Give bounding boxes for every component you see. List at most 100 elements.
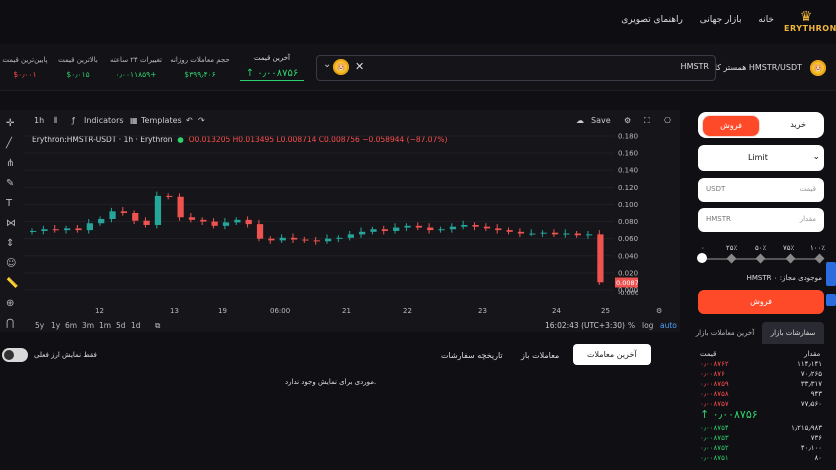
tab-market-orders[interactable]: سفارشات بازار — [762, 322, 824, 344]
indicators-icon[interactable]: ƒ — [72, 116, 75, 125]
amount-unit: HMSTR — [706, 215, 731, 223]
chart-drawing-toolbar: ✛ ╱ ⋔ ✎ T ⋈ ⇕ ☺ 📏 ⊕ ⋂ — [0, 112, 24, 334]
candle-body — [585, 234, 593, 236]
slider-knob[interactable] — [697, 253, 707, 263]
column-amount: مقدار — [804, 350, 821, 358]
order-amount: ۷۳۶ — [810, 434, 822, 442]
emoji-icon[interactable]: ☺ — [6, 258, 16, 269]
candle-body — [211, 221, 218, 226]
nav-link-guide[interactable]: راهنمای تصویری — [621, 15, 683, 25]
current-currency-toggle[interactable] — [2, 348, 28, 362]
stat-label: حجم معاملات روزانه — [170, 56, 230, 64]
brush-icon[interactable]: ✎ — [6, 178, 14, 189]
y-tick-label: 0.160000 — [618, 150, 638, 158]
submit-sell-button[interactable]: فروش — [698, 290, 824, 314]
percent-label[interactable]: ۰ — [701, 244, 705, 252]
order-price[interactable]: ۰٫۰۰۸۷۵۲ — [700, 444, 729, 452]
pattern-icon[interactable]: ⋈ — [6, 218, 16, 229]
min-price-label: -0.000000 — [618, 289, 638, 296]
range-5d[interactable]: 5d — [116, 321, 126, 330]
empty-message: موردی برای نمایش وجود ندارد. — [285, 378, 377, 386]
tab-recent-market-trades[interactable]: آخرین معاملات بازار — [690, 322, 760, 344]
buy-tab[interactable]: خرید — [790, 120, 806, 129]
tab-last-trades[interactable]: آخرین معاملات — [573, 344, 651, 365]
price-chart[interactable]: 0.180000 0.160000 0.140000 0.120000 0.100000… — [24, 130, 638, 296]
pitchfork-icon[interactable]: ⋔ — [6, 158, 14, 169]
indicators-button[interactable]: Indicators — [84, 116, 124, 125]
sell-tab[interactable]: فروش — [702, 115, 760, 137]
axis-settings-icon[interactable]: ⚙ — [656, 307, 662, 315]
range-1m[interactable]: 1m — [99, 321, 111, 330]
side-widget-tab[interactable] — [826, 262, 836, 286]
save-button[interactable]: Save — [591, 116, 611, 125]
y-tick-label: 0.140000 — [618, 167, 638, 175]
tab-order-history[interactable]: تاریخچه سفارشات — [441, 351, 503, 360]
cloud-icon[interactable]: ☁ — [576, 116, 584, 125]
toggle-knob — [4, 350, 14, 360]
camera-icon[interactable]: ⎔ — [664, 116, 671, 125]
measure-icon[interactable]: ⇕ — [6, 238, 14, 249]
order-price[interactable]: ۰٫۰۰۸۷۵۹ — [700, 380, 729, 388]
text-icon[interactable]: T — [6, 198, 12, 209]
chevron-down-icon: ⌄ — [812, 152, 820, 162]
order-price[interactable]: ۰٫۰۰۸۷۵۴ — [700, 424, 729, 432]
order-amount: ۱۱۴٫۱۴۱ — [797, 360, 822, 368]
clear-icon[interactable]: ✕ — [355, 60, 364, 73]
change-24h-stat: تغییرات ۲۴ ساعته ۰٫۰۰۱۱۸۵۹+ — [106, 56, 166, 79]
candle-body — [325, 238, 332, 242]
magnet-icon[interactable]: ⋂ — [6, 318, 14, 329]
range-1d[interactable]: 1d — [131, 321, 141, 330]
log-scale-toggle[interactable]: log — [642, 321, 653, 330]
order-price[interactable]: ۰٫۰۰۸۷۶ — [700, 370, 725, 378]
order-price[interactable]: ۰٫۰۰۸۷۶۲ — [700, 360, 729, 368]
x-tick-label: 23 — [478, 307, 487, 315]
order-price[interactable]: ۰٫۰۰۸۷۵۱ — [700, 454, 729, 462]
range-5y[interactable]: 5y — [35, 321, 44, 330]
zoom-in-icon[interactable]: ⊕ — [6, 298, 14, 309]
auto-scale-toggle[interactable]: auto — [660, 321, 677, 330]
candle-type-icon[interactable]: ⫴ — [54, 116, 57, 126]
erython-logo[interactable]: ♛ ERYTHRON — [784, 10, 836, 36]
order-price[interactable]: ۰٫۰۰۸۷۵۸ — [700, 390, 729, 398]
goto-date-icon[interactable]: ⧉ — [155, 321, 160, 331]
candle-body — [302, 239, 309, 241]
amount-slider[interactable] — [697, 253, 825, 264]
order-price[interactable]: ۰٫۰۰۸۷۵۳ — [700, 434, 729, 442]
candle-body — [154, 195, 162, 225]
nav-link-home[interactable]: خانه — [758, 15, 774, 25]
range-6m[interactable]: 6m — [65, 321, 77, 330]
order-price[interactable]: ۰٫۰۰۸۷۵۷ — [700, 400, 729, 408]
percent-label[interactable]: ۵۰٪ — [755, 244, 766, 252]
tab-open-trades[interactable]: معاملات باز — [521, 351, 559, 360]
x-tick-label: 13 — [170, 307, 179, 315]
stat-value: $۳۹۹٫۴۰۶ — [184, 70, 216, 79]
timezone-clock[interactable]: 16:02:43 (UTC+3:30) — [545, 321, 625, 330]
candle-body — [415, 225, 423, 228]
settings-icon[interactable]: ⚙ — [624, 116, 631, 125]
chevron-down-icon[interactable]: ⌄ — [323, 59, 331, 70]
percent-label[interactable]: ۷۵٪ — [783, 244, 794, 252]
price-input[interactable]: قیمت USDT — [698, 178, 824, 202]
candle-body — [279, 237, 286, 241]
templates-button[interactable]: Templates — [141, 116, 182, 125]
undo-icon[interactable]: ↶ — [186, 116, 193, 125]
nav-link-global-market[interactable]: بازار جهانی — [700, 15, 742, 25]
range-3m[interactable]: 3m — [82, 321, 94, 330]
crosshair-icon[interactable]: ✛ — [6, 118, 14, 129]
percent-label[interactable]: ۲۵٪ — [726, 244, 737, 252]
column-price: قیمت — [700, 350, 717, 358]
percent-scale-toggle[interactable]: % — [628, 321, 635, 330]
order-type-select[interactable]: Limit ⌄ — [698, 145, 824, 171]
ruler-icon[interactable]: 📏 — [6, 278, 18, 289]
percent-label[interactable]: ۱۰۰٪ — [810, 244, 825, 252]
chat-icon[interactable] — [826, 294, 836, 306]
trendline-icon[interactable]: ╱ — [6, 138, 12, 149]
symbol-search-input[interactable]: HMSTR ✕ 🐹 ⌄ — [316, 55, 716, 81]
amount-input[interactable]: مقدار HMSTR — [698, 208, 824, 232]
interval-selector[interactable]: 1h — [34, 116, 44, 125]
redo-icon[interactable]: ↷ — [198, 116, 205, 125]
templates-icon[interactable]: ▦ — [130, 116, 138, 125]
fullscreen-icon[interactable]: ⛶ — [644, 116, 650, 126]
range-1y[interactable]: 1y — [51, 321, 60, 330]
candle-body — [143, 220, 150, 225]
